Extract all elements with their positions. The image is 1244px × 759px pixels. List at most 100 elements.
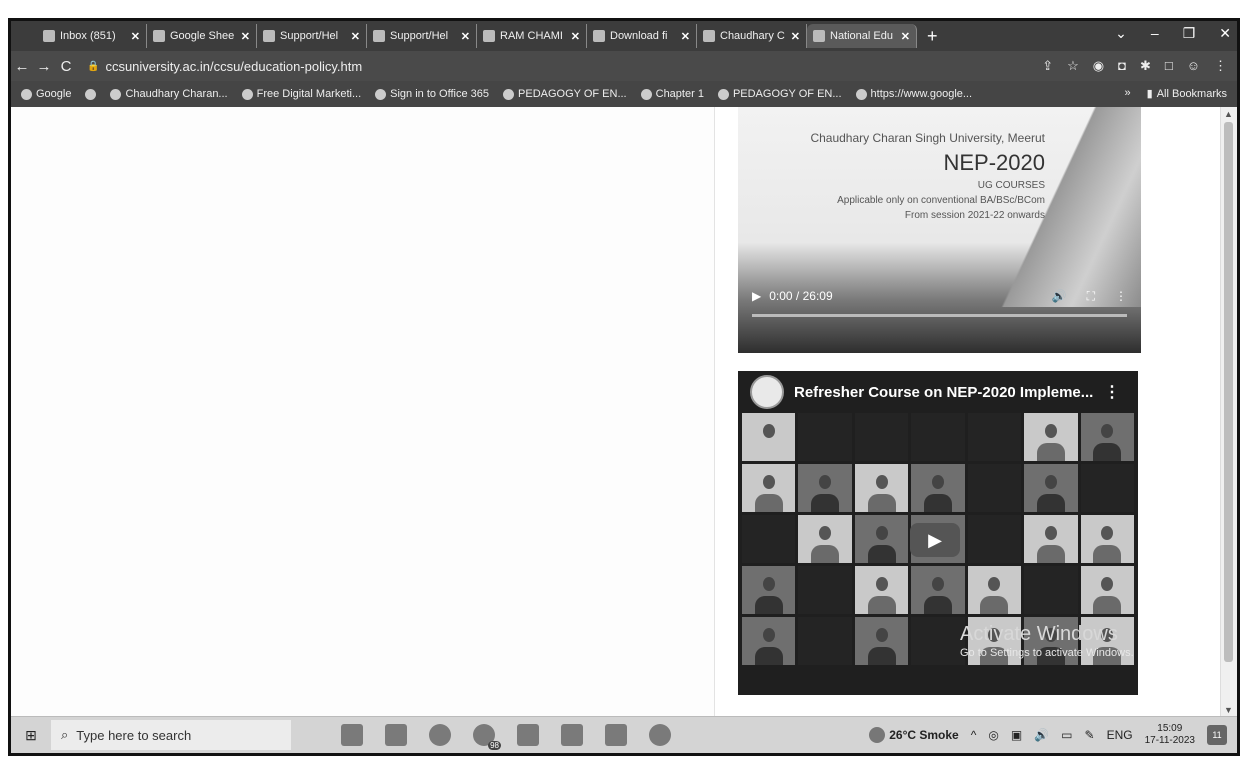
url-field[interactable]: 🔒 ccsuniversity.ac.in/ccsu/education-pol…: [87, 59, 362, 74]
word-icon[interactable]: [605, 724, 627, 746]
page-scrollbar[interactable]: ▲ ▼: [1220, 107, 1237, 717]
taskbar-search[interactable]: ⌕ Type here to search: [51, 720, 291, 750]
close-window-icon[interactable]: ✕: [1219, 25, 1231, 42]
globe-icon: [241, 88, 253, 100]
address-bar: ← → C 🔒 ccsuniversity.ac.in/ccsu/educati…: [11, 51, 1237, 81]
participant-tile: [911, 464, 965, 512]
tab-national-edu[interactable]: National Edu ✕: [807, 24, 917, 48]
bookmark-digital-marketing[interactable]: Free Digital Marketi...: [241, 88, 361, 100]
lock-icon[interactable]: 🔒: [87, 61, 99, 72]
mail-icon[interactable]: [517, 724, 539, 746]
tab-strip: Inbox (851) ✕ Google Shee ✕ Support/Hel ✕ S…: [11, 21, 1237, 51]
video-player-nep[interactable]: Chaudhary Charan Singh University, Meeru…: [738, 107, 1141, 353]
bookmarks-more[interactable]: »: [1125, 87, 1131, 100]
share-icon[interactable]: ⇪: [1042, 58, 1053, 74]
all-bookmarks[interactable]: ▮ All Bookmarks: [1147, 87, 1227, 101]
participant-tile: [1024, 413, 1078, 461]
google-icon: [855, 88, 867, 100]
embed-title[interactable]: Refresher Course on NEP-2020 Impleme...: [794, 384, 1093, 401]
bookmark-chapter1[interactable]: Chapter 1: [640, 88, 704, 100]
chevron-up-icon[interactable]: ^: [971, 728, 977, 742]
volume-icon[interactable]: 🔊: [1034, 728, 1049, 742]
fullscreen-icon[interactable]: ⛶: [1087, 289, 1095, 304]
tab-inbox[interactable]: Inbox (851) ✕: [37, 24, 147, 48]
bookmark-chaudhary[interactable]: Chaudhary Charan...: [110, 88, 228, 100]
reload-icon[interactable]: C: [55, 58, 77, 75]
language-indicator[interactable]: ENG: [1107, 728, 1133, 742]
new-tab-button[interactable]: +: [917, 26, 948, 47]
close-icon[interactable]: ✕: [571, 30, 580, 43]
star-icon[interactable]: ☆: [1067, 58, 1079, 74]
task-view-icon[interactable]: [341, 724, 363, 746]
minimize-icon[interactable]: –: [1151, 25, 1159, 42]
tab-chaudhary[interactable]: Chaudhary C ✕: [697, 24, 807, 48]
close-icon[interactable]: ✕: [241, 30, 250, 43]
play-button-icon[interactable]: ▶: [910, 523, 960, 557]
channel-logo[interactable]: [750, 375, 784, 409]
volume-icon[interactable]: 🔊: [1052, 289, 1067, 304]
profile-icon[interactable]: ☺: [1187, 58, 1200, 74]
participant-tile: [798, 515, 852, 563]
participant-tile: [1024, 566, 1078, 614]
close-icon[interactable]: ✕: [351, 30, 360, 43]
weather-widget[interactable]: 26°C Smoke: [869, 727, 959, 743]
tab-support-2[interactable]: Support/Hel ✕: [367, 24, 477, 48]
tab-download[interactable]: Download fi ✕: [587, 24, 697, 48]
participant-tile: [742, 515, 796, 563]
participant-tile: [911, 413, 965, 461]
bookmark-google[interactable]: Google: [21, 88, 71, 100]
video-time: 0:00 / 26:09: [769, 289, 833, 303]
back-icon[interactable]: ←: [11, 58, 33, 75]
sidepanel-icon[interactable]: □: [1165, 58, 1173, 74]
participant-tile: [798, 617, 852, 665]
bookmark-google-url[interactable]: https://www.google...: [855, 88, 972, 100]
support-icon: [373, 30, 385, 42]
video-progress-bar[interactable]: [752, 314, 1127, 317]
toolbar-icons: ⇪ ☆ ◉ ◘ ✱ □ ☺ ⋮: [1042, 58, 1227, 74]
page-content: Chaudhary Charan Singh University, Meeru…: [11, 107, 1237, 717]
tab-support-1[interactable]: Support/Hel ✕: [257, 24, 367, 48]
clock[interactable]: 15:09 17-11-2023: [1145, 723, 1195, 747]
bookmark-globe[interactable]: [85, 88, 97, 100]
close-icon[interactable]: ✕: [791, 30, 800, 43]
play-icon[interactable]: ▶: [752, 289, 761, 303]
store-icon[interactable]: [385, 724, 407, 746]
bookmark-pedagogy-1[interactable]: PEDAGOGY OF EN...: [503, 88, 627, 100]
site-icon: [703, 30, 715, 42]
close-icon[interactable]: ✕: [131, 30, 140, 43]
bookmark-office365[interactable]: Sign in to Office 365: [375, 88, 489, 100]
bookmark-pedagogy-2[interactable]: PEDAGOGY OF EN...: [717, 88, 842, 100]
pen-icon[interactable]: ✎: [1085, 728, 1095, 742]
close-icon[interactable]: ✕: [681, 30, 690, 43]
meet-icon[interactable]: ◎: [988, 728, 998, 742]
chrome-icon[interactable]: [429, 724, 451, 746]
taskbar-apps: 98: [341, 724, 671, 750]
network-icon[interactable]: ▣: [1011, 728, 1022, 742]
participant-tile: [742, 617, 796, 665]
puzzle-icon[interactable]: ✱: [1140, 58, 1151, 74]
menu-icon[interactable]: ⋮: [1214, 58, 1227, 74]
windows-start-icon[interactable]: ⊞: [11, 727, 51, 744]
app-icon[interactable]: [561, 724, 583, 746]
close-icon[interactable]: ✕: [901, 30, 910, 43]
globe-icon: [85, 88, 97, 100]
extension-icon[interactable]: ◉: [1093, 58, 1104, 74]
chrome-alt-icon[interactable]: [649, 724, 671, 746]
close-icon[interactable]: ✕: [461, 30, 470, 43]
restore-icon[interactable]: ❐: [1183, 25, 1196, 42]
chrome-profile-icon[interactable]: 98: [473, 724, 501, 750]
more-icon[interactable]: ⋮: [1104, 382, 1120, 402]
battery-icon[interactable]: ▭: [1061, 728, 1072, 742]
youtube-embed-refresher[interactable]: Refresher Course on NEP-2020 Impleme... …: [738, 371, 1138, 695]
scroll-down-icon[interactable]: ▼: [1224, 705, 1233, 715]
chevron-down-icon[interactable]: ⌄: [1115, 25, 1127, 42]
notification-icon[interactable]: 11: [1207, 725, 1227, 745]
scroll-up-icon[interactable]: ▲: [1224, 109, 1233, 119]
more-icon[interactable]: ⋮: [1115, 289, 1127, 304]
tab-ram-chami[interactable]: RAM CHAMI ✕: [477, 24, 587, 48]
extension-icon[interactable]: ◘: [1118, 58, 1126, 74]
forward-icon[interactable]: →: [33, 58, 55, 75]
scrollbar-thumb[interactable]: [1224, 122, 1233, 662]
tab-google-sheets[interactable]: Google Shee ✕: [147, 24, 257, 48]
participant-tile: [798, 566, 852, 614]
